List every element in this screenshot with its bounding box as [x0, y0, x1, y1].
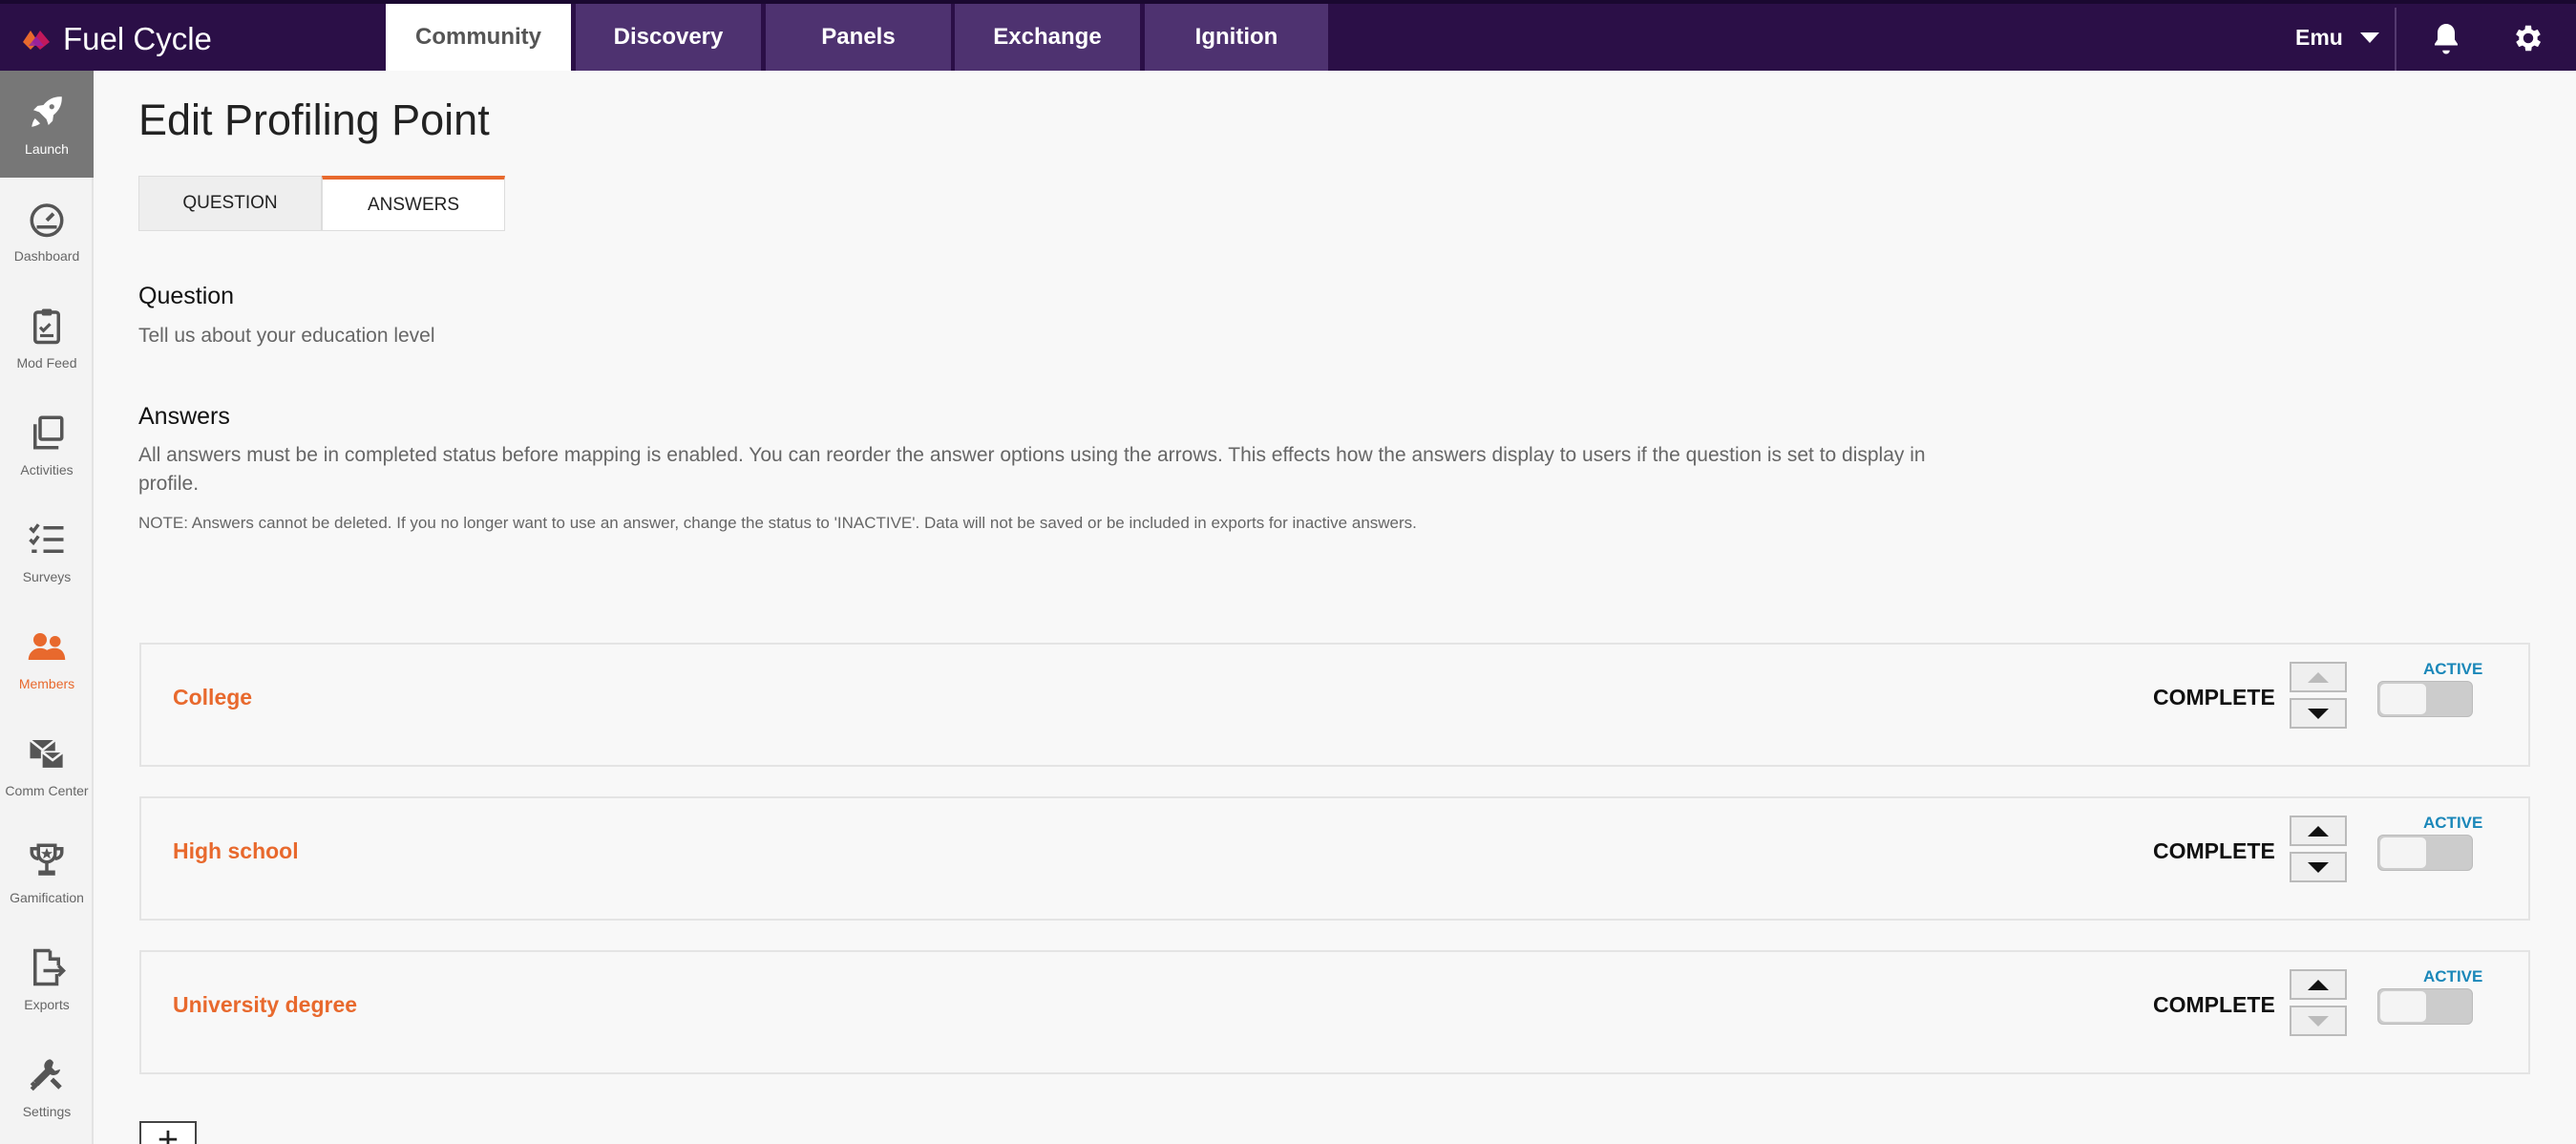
move-up-button[interactable]: [2290, 969, 2347, 1000]
arrow-down-icon: [2308, 708, 2329, 719]
question-text: Tell us about your education level: [138, 325, 435, 347]
sidebar-item-label: Dashboard: [13, 248, 80, 264]
fuel-cycle-logo-icon: [23, 31, 50, 50]
toggle-label: ACTIVE: [2423, 660, 2483, 678]
rocket-icon: [32, 96, 62, 127]
toggle-knob: [2379, 990, 2427, 1023]
answer-status: COMPLETE: [2153, 992, 2275, 1017]
user-name: Emu: [2295, 25, 2343, 50]
tab-ignition[interactable]: Ignition: [1145, 4, 1328, 71]
chevron-down-icon: [2359, 32, 2379, 43]
export-icon: [33, 948, 66, 986]
user-menu[interactable]: Emu: [2295, 25, 2379, 51]
add-answer-button[interactable]: +: [139, 1121, 197, 1144]
move-up-button[interactable]: [2290, 816, 2347, 846]
page-tabs: QUESTION ANSWERS: [138, 176, 505, 231]
answer-card: University degree COMPLETE ACTIVE: [139, 950, 2530, 1074]
move-down-button[interactable]: [2290, 1006, 2347, 1036]
sidebar-item-label: Comm Center: [5, 783, 89, 798]
top-navigation-bar: Fuel Cycle Community Discovery Panels Ex…: [0, 0, 2576, 71]
active-toggle[interactable]: [2377, 988, 2473, 1025]
clipboard-icon: [33, 308, 60, 345]
answers-description: All answers must be in completed status …: [138, 444, 1926, 495]
active-toggle[interactable]: [2377, 681, 2473, 717]
answer-status: COMPLETE: [2153, 838, 2275, 863]
tab-panels[interactable]: Panels: [766, 4, 951, 71]
active-toggle[interactable]: [2377, 835, 2473, 871]
sidebar-item-label: Settings: [22, 1104, 72, 1119]
toggle-knob: [2379, 683, 2427, 715]
toggle-knob: [2379, 837, 2427, 869]
move-down-button[interactable]: [2290, 852, 2347, 882]
sidebar-item-activities[interactable]: Activities: [0, 392, 94, 498]
members-icon: [28, 633, 66, 660]
sidebar-item-mod-feed[interactable]: Mod Feed: [0, 285, 94, 392]
answer-card: College COMPLETE ACTIVE: [139, 643, 2530, 767]
sidebar-item-comm-center[interactable]: Comm Center: [0, 712, 94, 819]
sidebar-item-label: Gamification: [10, 890, 84, 905]
brand-name: Fuel Cycle: [63, 21, 212, 56]
answer-name-link[interactable]: High school: [173, 838, 299, 864]
sidebar-item-dashboard[interactable]: Dashboard: [0, 178, 94, 285]
sidebar-item-members[interactable]: Members: [0, 605, 94, 712]
toggle-label: ACTIVE: [2423, 967, 2483, 985]
sidebar-item-label: Activities: [20, 462, 74, 477]
sidebar-item-label: Surveys: [22, 569, 72, 584]
nav-divider: [2395, 8, 2397, 71]
sidebar: Launch Dashboard Mod Feed Activities Sur…: [0, 71, 94, 1144]
answer-card: High school COMPLETE ACTIVE: [139, 796, 2530, 921]
checklist-icon: [29, 523, 64, 553]
bell-icon[interactable]: [2429, 21, 2463, 55]
comm-icon: [29, 738, 65, 770]
brand-logo[interactable]: Fuel Cycle: [19, 21, 212, 57]
question-heading: Question: [138, 283, 235, 309]
gear-icon[interactable]: [2511, 21, 2545, 55]
sidebar-item-label: Exports: [24, 997, 70, 1012]
arrow-up-icon: [2308, 979, 2329, 990]
arrow-down-icon: [2308, 1015, 2329, 1027]
toggle-label: ACTIVE: [2423, 814, 2483, 832]
tab-discovery[interactable]: Discovery: [576, 4, 761, 71]
sidebar-item-settings[interactable]: Settings: [0, 1033, 94, 1140]
page-title: Edit Profiling Point: [138, 95, 490, 144]
sidebar-item-exports[interactable]: Exports: [0, 926, 94, 1033]
sidebar-item-label: Members: [18, 676, 75, 691]
sidebar-item-label: Launch: [25, 141, 69, 157]
answer-name-link[interactable]: College: [173, 685, 252, 710]
sidebar-item-label: Mod Feed: [16, 355, 77, 371]
tab-answers[interactable]: ANSWERS: [322, 176, 505, 231]
tab-question[interactable]: QUESTION: [138, 176, 322, 231]
copy-icon: [33, 415, 64, 450]
answers-note: NOTE: Answers cannot be deleted. If you …: [138, 514, 1417, 532]
arrow-up-icon: [2308, 825, 2329, 837]
sidebar-item-gamification[interactable]: Gamification: [0, 819, 94, 926]
sidebar-item-surveys[interactable]: Surveys: [0, 498, 94, 605]
gauge-icon: [30, 203, 64, 238]
answers-heading: Answers: [138, 403, 230, 430]
sidebar-item-launch[interactable]: Launch: [0, 71, 94, 178]
arrow-down-icon: [2308, 861, 2329, 873]
tab-community[interactable]: Community: [386, 4, 571, 71]
answer-name-link[interactable]: University degree: [173, 992, 357, 1018]
tools-icon: [30, 1059, 62, 1091]
trophy-icon: [30, 843, 64, 876]
tab-exchange[interactable]: Exchange: [955, 4, 1140, 71]
arrow-up-icon: [2308, 671, 2329, 683]
move-up-button[interactable]: [2290, 662, 2347, 692]
move-down-button[interactable]: [2290, 698, 2347, 729]
answer-status: COMPLETE: [2153, 685, 2275, 710]
